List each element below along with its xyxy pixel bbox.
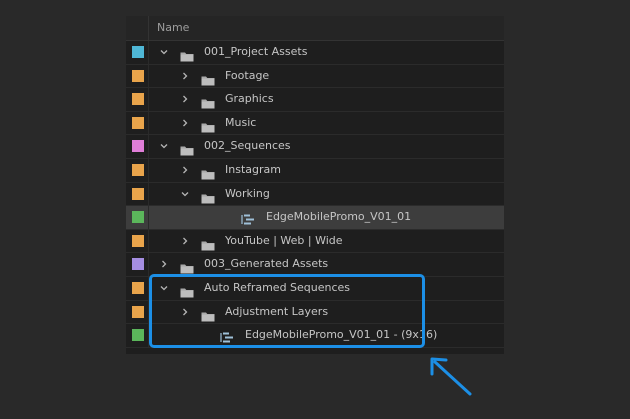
row-divider	[148, 135, 149, 158]
folder-icon	[201, 71, 215, 86]
label-color-swatch[interactable]	[132, 187, 144, 200]
item-name: Instagram	[225, 162, 281, 176]
row-divider	[148, 229, 149, 253]
folder-icon	[180, 141, 194, 156]
arrow-icon	[430, 357, 472, 396]
chevron-right-icon[interactable]	[180, 71, 190, 81]
label-color-swatch[interactable]	[132, 46, 144, 58]
folder-icon	[201, 94, 215, 109]
chevron-right-icon[interactable]	[180, 118, 190, 128]
chevron-down-icon[interactable]	[180, 189, 190, 199]
row-divider	[148, 88, 149, 111]
item-name: EdgeMobilePromo_V01_01	[266, 210, 412, 224]
label-color-swatch[interactable]	[132, 281, 144, 294]
bin-item[interactable]: Graphics	[126, 88, 504, 112]
row-divider	[148, 182, 149, 206]
bin-item[interactable]: Instagram	[126, 158, 504, 183]
folder-icon	[201, 165, 215, 180]
highlight-box	[149, 274, 425, 348]
sequence-icon	[241, 211, 256, 225]
row-divider	[148, 41, 149, 64]
chevron-right-icon[interactable]	[180, 236, 190, 246]
label-color-swatch[interactable]	[132, 329, 144, 342]
bin-item[interactable]: 001_Project Assets	[126, 41, 504, 65]
chevron-right-icon[interactable]	[159, 259, 169, 269]
row-divider	[148, 64, 149, 88]
item-name: 002_Sequences	[204, 139, 291, 153]
item-name: Graphics	[225, 92, 274, 106]
bin-item[interactable]: 002_Sequences	[126, 135, 504, 159]
folder-icon	[201, 189, 215, 204]
label-color-swatch[interactable]	[132, 234, 144, 247]
row-divider	[148, 158, 149, 182]
chevron-down-icon[interactable]	[159, 47, 169, 57]
folder-icon	[180, 47, 194, 62]
item-name: Working	[225, 186, 270, 200]
bin-item[interactable]: YouTube | Web | Wide	[126, 229, 504, 254]
bin-item[interactable]: Footage	[126, 64, 504, 89]
item-name: Footage	[225, 68, 270, 82]
chevron-right-icon[interactable]	[180, 165, 190, 175]
label-color-swatch[interactable]	[132, 163, 144, 176]
chevron-down-icon[interactable]	[159, 141, 169, 151]
name-column-header[interactable]: Name	[157, 21, 189, 34]
column-divider	[148, 16, 149, 40]
item-name: Music	[225, 115, 257, 129]
label-color-swatch[interactable]	[132, 69, 144, 82]
row-divider	[148, 206, 149, 229]
bin-item[interactable]: Music	[126, 111, 504, 136]
bin-item[interactable]: Working	[126, 182, 504, 207]
label-color-swatch[interactable]	[132, 305, 144, 318]
folder-icon	[201, 118, 215, 133]
folder-icon	[201, 236, 215, 251]
label-color-swatch[interactable]	[132, 258, 144, 271]
item-name: 001_Project Assets	[204, 45, 308, 58]
label-color-swatch[interactable]	[132, 116, 144, 129]
item-name: YouTube | Web | Wide	[225, 233, 343, 247]
row-divider	[148, 111, 149, 135]
folder-icon	[180, 259, 194, 274]
item-name: 003_Generated Assets	[204, 257, 329, 271]
label-color-swatch[interactable]	[132, 140, 144, 153]
label-color-swatch[interactable]	[132, 93, 144, 106]
sequence-item[interactable]: EdgeMobilePromo_V01_01	[126, 206, 504, 230]
chevron-right-icon[interactable]	[180, 94, 190, 104]
row-divider	[148, 253, 149, 276]
column-header: Name	[126, 16, 504, 41]
label-color-swatch[interactable]	[132, 211, 144, 224]
